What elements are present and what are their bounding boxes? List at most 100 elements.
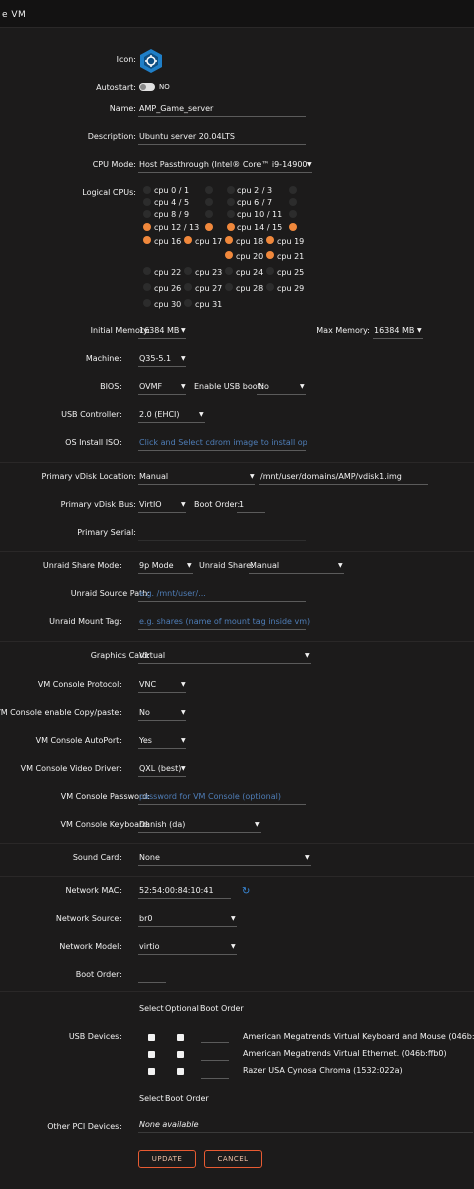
cpu-6-7-toggle[interactable] xyxy=(227,198,235,206)
network-source-select[interactable]: br0 xyxy=(139,914,152,923)
cpu-30-toggle[interactable] xyxy=(143,299,151,307)
description-input-underline xyxy=(138,144,306,145)
autostart-toggle[interactable] xyxy=(139,83,155,91)
chevron-down-icon: ▼ xyxy=(231,915,236,922)
cpu-19-label: cpu 19 xyxy=(277,237,305,246)
usb-optional-checkbox[interactable] xyxy=(177,1051,184,1058)
cpu-17-toggle[interactable] xyxy=(184,236,192,244)
cpu-31-toggle[interactable] xyxy=(184,299,192,307)
vm-console-copy-paste-select[interactable]: No xyxy=(139,708,150,717)
usb-optional-checkbox[interactable] xyxy=(177,1068,184,1075)
primary-vdisk-path-input[interactable]: /mnt/user/domains/AMP/vdisk1.img xyxy=(260,472,402,481)
usb-controller-select[interactable]: 2.0 (EHCI) xyxy=(139,410,180,419)
network-boot-order-label: Boot Order: xyxy=(75,970,122,979)
refresh-icon[interactable]: ↻ xyxy=(242,886,250,897)
machine-select[interactable]: Q35-5.1 xyxy=(139,354,171,363)
ubuntu-vm-icon[interactable] xyxy=(138,48,164,74)
vm-console-protocol-select[interactable]: VNC xyxy=(139,680,156,689)
vm-console-autoport-select[interactable]: Yes xyxy=(139,736,152,745)
description-input[interactable]: Ubuntu server 20.04LTS xyxy=(139,132,235,141)
other-pci-devices-label: Other PCI Devices: xyxy=(47,1122,122,1131)
cpu-4-5-toggle[interactable] xyxy=(143,198,151,206)
name-input[interactable]: AMP_Game_server xyxy=(139,104,213,113)
cpu-27-label: cpu 27 xyxy=(195,284,223,293)
chevron-down-icon: ▼ xyxy=(181,355,186,362)
primary-vdisk-location-select[interactable]: Manual xyxy=(139,472,168,481)
section-divider xyxy=(0,876,474,877)
cpu-10-11-toggle[interactable] xyxy=(227,210,235,218)
cpu-19-toggle[interactable] xyxy=(266,236,274,244)
cpu-20-toggle[interactable] xyxy=(225,251,233,259)
cpu-30-label: cpu 30 xyxy=(154,300,182,309)
cpu-22-toggle[interactable] xyxy=(143,267,151,275)
initial-memory-select[interactable]: 16384 MB xyxy=(139,326,179,335)
cpu-16-toggle[interactable] xyxy=(143,236,151,244)
sound-card-label: Sound Card: xyxy=(72,853,122,862)
cpu-24-toggle[interactable] xyxy=(225,267,233,275)
network-model-select[interactable]: virtio xyxy=(139,942,160,951)
cpu-25-toggle[interactable] xyxy=(266,267,274,275)
logical-cpus-label: Logical CPUs: xyxy=(82,188,136,197)
usb-select-checkbox[interactable] xyxy=(148,1034,155,1041)
cpu-21-toggle[interactable] xyxy=(266,251,274,259)
unraid-mount-tag-input[interactable]: e.g. shares (name of mount tag inside vm… xyxy=(139,617,310,626)
unraid-source-path-input[interactable]: e.g. /mnt/user/... xyxy=(139,589,206,598)
cpu-4-5-label: cpu 4 / 5 xyxy=(154,198,190,207)
vm-console-video-driver-select[interactable]: QXL (best) xyxy=(139,764,181,773)
cpu-29-toggle[interactable] xyxy=(266,283,274,291)
update-button[interactable]: UPDATE xyxy=(138,1150,196,1168)
cpu-0-1-label: cpu 0 / 1 xyxy=(154,186,190,195)
network-mac-input[interactable]: 52:54:00:84:10:41 xyxy=(139,886,214,895)
usb-header-select: Select xyxy=(139,1004,164,1013)
usb-select-checkbox[interactable] xyxy=(148,1051,155,1058)
cpu-23-toggle[interactable] xyxy=(184,267,192,275)
primary-serial-input[interactable] xyxy=(138,540,306,541)
unraid-share-mode-label: Unraid Share Mode: xyxy=(42,561,122,570)
chevron-down-icon: ▼ xyxy=(300,383,305,390)
vm-console-password-input[interactable]: password for VM Console (optional) xyxy=(139,792,281,801)
cancel-button[interactable]: CANCEL xyxy=(204,1150,262,1168)
bios-select[interactable]: OVMF xyxy=(139,382,162,391)
graphics-card-select[interactable]: Virtual xyxy=(139,651,165,660)
cpu-31-label: cpu 31 xyxy=(195,300,223,309)
usb-device-name: Razer USA Cynosa Chroma (1532:022a) xyxy=(243,1066,403,1075)
cpu-mode-select[interactable]: Host Passthrough (Intel® Core™ i9-14900K… xyxy=(139,160,307,169)
max-memory-select[interactable]: 16384 MB xyxy=(374,326,414,335)
cpu-6-7-label: cpu 6 / 7 xyxy=(237,198,273,207)
description-label: Description: xyxy=(87,132,136,141)
network-boot-order-input[interactable] xyxy=(138,982,166,983)
section-divider xyxy=(0,991,474,992)
cpu-28-toggle[interactable] xyxy=(225,283,233,291)
cpu-8-9-toggle[interactable] xyxy=(143,210,151,218)
boot-order-input[interactable]: 1 xyxy=(239,500,244,509)
usb-select-checkbox[interactable] xyxy=(148,1068,155,1075)
usb-boot-order-input[interactable] xyxy=(201,1078,229,1079)
usb-boot-order-input[interactable] xyxy=(201,1042,229,1043)
os-install-iso-input[interactable]: Click and Select cdrom image to install … xyxy=(139,438,307,447)
cpu-2-3-toggle[interactable] xyxy=(227,186,235,194)
cpu-18-toggle[interactable] xyxy=(225,236,233,244)
section-divider xyxy=(0,551,474,552)
pci-header-select: Select xyxy=(139,1094,164,1103)
cpu-26-toggle[interactable] xyxy=(143,283,151,291)
cpu-14-15-toggle[interactable] xyxy=(227,223,235,231)
usb-optional-checkbox[interactable] xyxy=(177,1034,184,1041)
enable-usb-boot-select[interactable]: No xyxy=(258,382,269,391)
cpu-0-1-toggle[interactable] xyxy=(143,186,151,194)
unraid-mount-tag-label: Unraid Mount Tag: xyxy=(49,617,122,626)
vm-console-keyboard-select[interactable]: Danish (da) xyxy=(139,820,185,829)
cpu-23-label: cpu 23 xyxy=(195,268,223,277)
sound-card-select[interactable]: None xyxy=(139,853,160,862)
primary-vdisk-bus-select[interactable]: VirtIO xyxy=(139,500,162,509)
cpu-12-13-toggle[interactable] xyxy=(143,223,151,231)
cpu-20-label: cpu 20 xyxy=(236,252,264,261)
chevron-down-icon: ▼ xyxy=(181,737,186,744)
cpu-16-label: cpu 16 xyxy=(154,237,182,246)
vm-console-keyboard-label: VM Console Keyboard: xyxy=(60,820,150,829)
usb-boot-order-input[interactable] xyxy=(201,1060,229,1061)
unraid-share-mode-select[interactable]: 9p Mode xyxy=(139,561,174,570)
cpu-27-toggle[interactable] xyxy=(184,283,192,291)
unraid-share-select[interactable]: Manual xyxy=(250,561,279,570)
primary-vdisk-location-label: Primary vDisk Location: xyxy=(41,472,136,481)
chevron-down-icon: ▼ xyxy=(255,821,260,828)
